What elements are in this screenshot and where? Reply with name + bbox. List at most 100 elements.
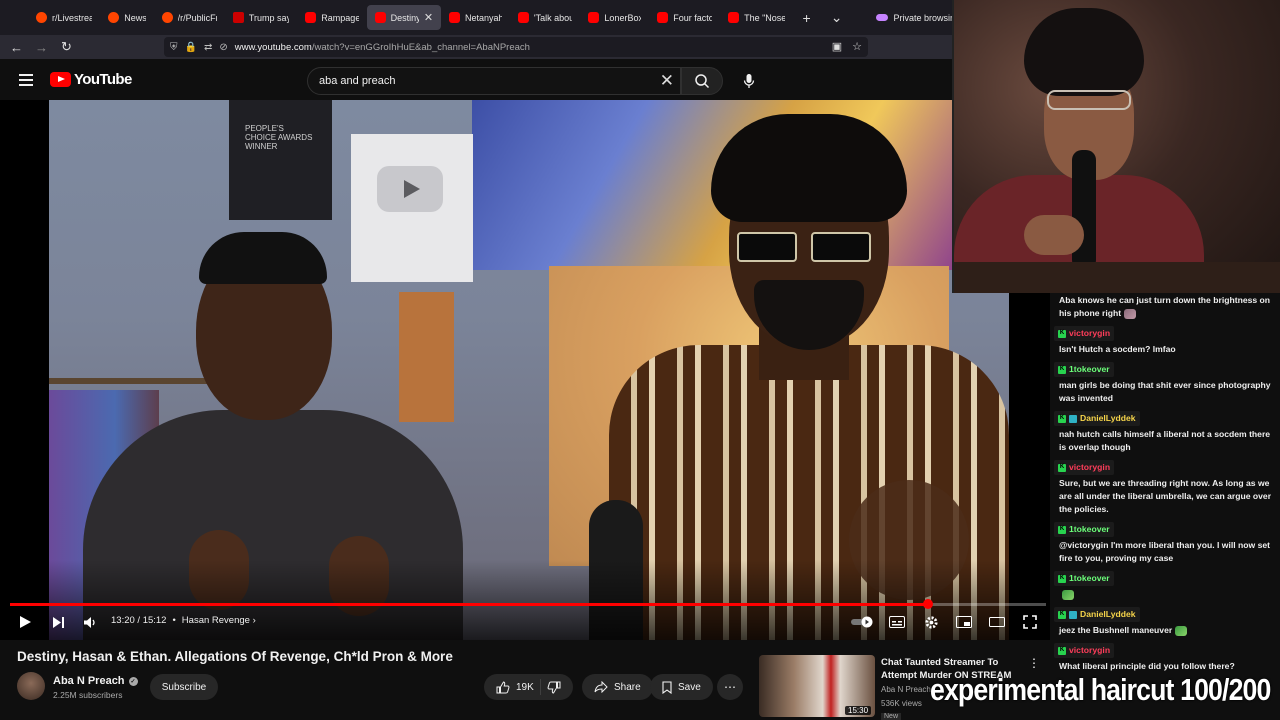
browser-tab[interactable]: 'Talk abou xyxy=(510,5,581,30)
address-bar[interactable]: ⛨ 🔒 ⇄ ⊘ www.youtube.com/watch?v=enGGroIh… xyxy=(164,37,868,57)
chat-message-text: @victorygin I'm more liberal than you. I… xyxy=(1054,539,1280,568)
autoplay-blocked-icon[interactable]: ⊘ xyxy=(219,42,227,53)
channel-name[interactable]: Aba N Preach ✓ xyxy=(53,675,138,687)
picture-in-picture-icon[interactable]: ▣ xyxy=(832,40,842,53)
chat-username-text: victorygin xyxy=(1069,328,1111,338)
chat-message-body: Aba knows he can just turn down the brig… xyxy=(1059,295,1271,318)
browser-tab[interactable]: Destiny ✕ xyxy=(366,5,442,30)
forward-button[interactable]: → xyxy=(29,40,54,55)
browser-tab[interactable]: The "Nose xyxy=(720,5,792,30)
youtube-icon xyxy=(517,12,529,23)
search-button[interactable] xyxy=(681,67,723,95)
chat-username[interactable]: K DanielLyddek xyxy=(1054,411,1140,426)
browser-tab[interactable]: r/Livestrea xyxy=(28,5,100,30)
browser-tab-label: Netanyah xyxy=(465,12,502,23)
autoplay-toggle[interactable] xyxy=(850,612,876,632)
share-button[interactable]: Share xyxy=(582,674,653,700)
volume-button[interactable] xyxy=(80,612,100,632)
stream-overlay-text: experimental haircut 100/200 xyxy=(930,672,1271,707)
sunglasses-right-lens xyxy=(811,232,871,262)
subscriber-badge-icon: K xyxy=(1058,463,1066,472)
chat-username[interactable]: K DanielLyddek xyxy=(1054,607,1140,622)
save-button[interactable]: Save xyxy=(650,674,713,700)
youtube-icon xyxy=(305,12,317,23)
host-right-hair xyxy=(711,114,907,222)
back-button[interactable]: ← xyxy=(4,40,29,55)
chat-username[interactable]: K 1tokeover xyxy=(1054,362,1114,377)
autoplay-toggle-icon xyxy=(851,616,873,628)
next-button[interactable] xyxy=(48,612,68,632)
recommended-menu-icon[interactable]: ⋮ xyxy=(1028,656,1040,670)
dislike-button[interactable] xyxy=(547,681,561,694)
subtitles-button[interactable] xyxy=(886,612,908,632)
browser-tab[interactable]: Netanyah xyxy=(441,5,510,30)
chat-message-body: man girls be doing that shit ever since … xyxy=(1059,380,1271,403)
chat-username[interactable]: K 1tokeover xyxy=(1054,571,1114,586)
miniplayer-button[interactable] xyxy=(953,612,975,632)
youtube-icon xyxy=(657,12,669,23)
tab-list-chevron-down-icon[interactable]: ⌄ xyxy=(821,9,853,26)
chat-username[interactable]: Kvictorygin xyxy=(1054,326,1115,341)
chat-username[interactable]: Kvictorygin xyxy=(1054,643,1115,658)
progress-bar[interactable] xyxy=(10,599,1046,609)
browser-tab[interactable]: LonerBox xyxy=(580,5,649,30)
shield-icon[interactable]: ⛨ xyxy=(170,42,178,53)
chat-message-body: @victorygin I'm more liberal than you. I… xyxy=(1059,540,1270,563)
youtube-logo[interactable]: YouTube xyxy=(50,71,132,88)
theater-mode-button[interactable] xyxy=(986,612,1008,632)
save-label: Save xyxy=(678,681,701,693)
bookmark-star-icon[interactable]: ☆ xyxy=(852,40,862,53)
video-title: Destiny, Hasan & Ethan. Allegations Of R… xyxy=(17,649,453,664)
play-button[interactable] xyxy=(14,612,36,632)
cat-emote-icon xyxy=(1124,308,1137,319)
fullscreen-button[interactable] xyxy=(1019,612,1041,632)
scrubber-handle[interactable] xyxy=(922,599,933,609)
chat-message-text: Aba knows he can just turn down the brig… xyxy=(1054,294,1280,323)
browser-tab-label: Trump say xyxy=(248,12,290,23)
youtube-icon xyxy=(374,12,386,23)
clear-search-icon[interactable]: ✕ xyxy=(660,71,674,91)
close-tab-icon[interactable]: ✕ xyxy=(424,11,433,24)
chat-username[interactable]: Kvictorygin xyxy=(1054,460,1115,475)
youtube-icon xyxy=(728,12,740,23)
browser-tab[interactable]: Trump say xyxy=(225,5,297,30)
search-icon xyxy=(695,74,710,89)
sunglasses-left-lens xyxy=(737,232,797,262)
settings-button[interactable] xyxy=(920,612,942,632)
chat-username-text: 1tokeover xyxy=(1069,364,1110,374)
clothes-rail xyxy=(49,378,219,384)
more-horizontal-icon: ⋯ xyxy=(724,680,736,694)
video-player[interactable]: PEOPLE'S CHOICE AWARDS WINNER xyxy=(0,100,1050,640)
more-actions-button[interactable]: ⋯ xyxy=(717,674,743,700)
permissions-icon[interactable]: ⇄ xyxy=(204,42,212,53)
search-input[interactable]: aba and preach ✕ xyxy=(307,67,681,95)
chapter-button[interactable]: Hasan Revenge › xyxy=(182,615,256,626)
gear-icon xyxy=(924,615,938,629)
subscribe-button[interactable]: Subscribe xyxy=(150,674,218,700)
host-left-hair xyxy=(199,232,327,284)
time-display: 13:20 / 15:12 • Hasan Revenge › xyxy=(111,615,256,626)
voice-search-button[interactable] xyxy=(739,71,759,91)
browser-tab[interactable]: Four facto xyxy=(649,5,720,30)
theater-icon xyxy=(989,617,1005,627)
chat-username[interactable]: K 1tokeover xyxy=(1054,522,1114,537)
browser-tab[interactable]: Rampage xyxy=(297,5,366,30)
browser-tab-label: r/Livestrea xyxy=(52,12,93,23)
browser-nav-bar: ← → ↻ ⛨ 🔒 ⇄ ⊘ www.youtube.com/watch?v=en… xyxy=(0,35,960,59)
new-tab-button[interactable]: + xyxy=(793,10,821,26)
bookmark-icon xyxy=(662,680,672,694)
menu-icon[interactable] xyxy=(19,74,33,86)
chat-message: Kvictorygin What liberal principle did yo… xyxy=(1054,640,1280,676)
lock-icon[interactable]: 🔒 xyxy=(185,42,197,53)
browser-tab-label: The "Nose xyxy=(744,12,785,23)
streamer-webcam xyxy=(952,0,1280,293)
chat-message-body: Sure, but we are threading right now. As… xyxy=(1059,478,1272,514)
like-button[interactable]: 19K xyxy=(496,680,534,694)
browser-tab[interactable]: News xyxy=(100,5,153,30)
reload-button[interactable]: ↻ xyxy=(54,39,79,55)
recommended-channel[interactable]: Aba N Preach xyxy=(881,685,931,694)
url-text[interactable]: www.youtube.com/watch?v=enGGroIhHuE&ab_c… xyxy=(235,42,530,53)
browser-tab[interactable]: /r/PublicFr xyxy=(154,5,225,30)
channel-avatar[interactable] xyxy=(17,672,45,700)
private-browsing-label: Private browsing xyxy=(893,12,960,23)
